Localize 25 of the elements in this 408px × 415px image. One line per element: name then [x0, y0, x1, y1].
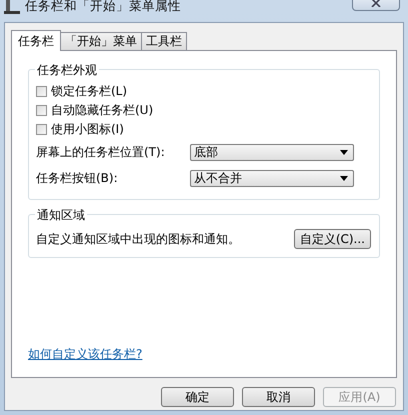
- close-button[interactable]: [352, 0, 400, 11]
- dropdown-label: 屏幕上的任务栏位置(T):: [36, 144, 166, 160]
- dropdown[interactable]: 底部: [190, 144, 354, 160]
- tab[interactable]: 「开始」菜单: [60, 32, 142, 50]
- checkbox-label[interactable]: 锁定任务栏(L): [51, 83, 128, 100]
- close-icon: [371, 0, 381, 7]
- description-text: 自定义通知区域中出现的图标和通知。: [36, 230, 240, 248]
- dropdown[interactable]: 从不合并: [190, 170, 354, 186]
- dropdown-arrow-icon: [340, 176, 348, 180]
- checkbox[interactable]: [36, 124, 47, 135]
- dialog-button[interactable]: 取消: [242, 387, 315, 407]
- customize-button[interactable]: 自定义(C)...: [294, 229, 371, 249]
- taskbar-app-icon: [4, 0, 20, 14]
- help-link[interactable]: 如何自定义该任务栏?: [28, 346, 142, 363]
- dropdown-label: 任务栏按钮(B):: [36, 170, 119, 186]
- group-title: 任务栏外观: [35, 62, 99, 79]
- dropdown-arrow-icon: [340, 150, 348, 154]
- checkbox[interactable]: [36, 86, 47, 97]
- tab[interactable]: 工具栏: [141, 32, 187, 50]
- dialog-button[interactable]: 确定: [161, 387, 234, 407]
- window-title: 任务栏和「开始」菜单属性: [25, 0, 181, 15]
- checkbox-label[interactable]: 使用小图标(I): [51, 121, 124, 138]
- checkbox[interactable]: [36, 105, 47, 116]
- tab[interactable]: 任务栏: [11, 30, 61, 51]
- checkbox-label[interactable]: 自动隐藏任务栏(U): [51, 102, 154, 119]
